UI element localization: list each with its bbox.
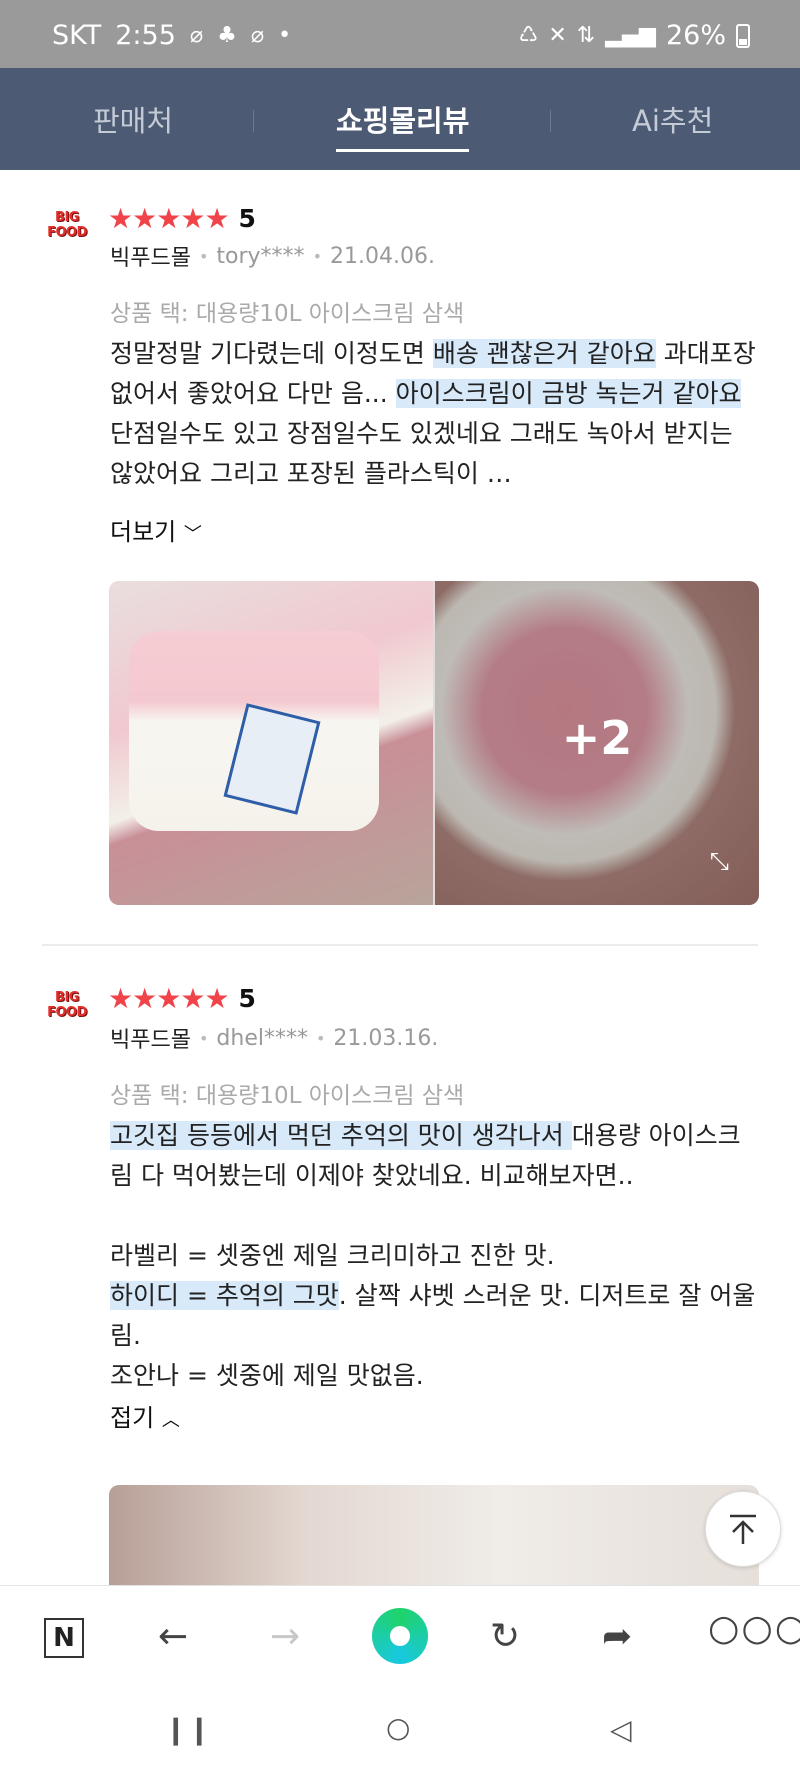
tab-seller[interactable]: 판매처 bbox=[93, 98, 173, 140]
clock: 2:55 bbox=[115, 20, 176, 51]
review-meta: 빅푸드몰 • dhel**** • 21.03.16. bbox=[110, 1022, 438, 1054]
home-icon[interactable]: ○ bbox=[386, 1711, 410, 1744]
review-paragraph: 조안나 = 셋중에 제일 맛없음. bbox=[110, 1356, 760, 1396]
tab-shopping-reviews[interactable]: 쇼핑몰리뷰 bbox=[336, 98, 470, 152]
tab-bar: 판매처 쇼핑몰리뷰 Ai추천 bbox=[0, 68, 800, 170]
tab-separator bbox=[550, 110, 551, 132]
star-rating: ★ ★ ★ ★ ★ 5 bbox=[108, 984, 256, 1013]
review-text-highlight: 배송 괜찮은거 같아요 bbox=[432, 339, 656, 368]
expand-label: 더보기 bbox=[110, 518, 177, 546]
review-photos[interactable]: +2 ⤡ bbox=[109, 581, 759, 905]
share-icon[interactable]: ➦ bbox=[602, 1616, 632, 1657]
pill-icon-2: ⌀ bbox=[250, 23, 265, 48]
chevron-up-icon: ︿ bbox=[161, 1410, 180, 1431]
review-paragraph: 하이디 = 추억의 그맛. 살짝 샤벳 스러운 맛. 디저트로 잘 어울림. bbox=[110, 1276, 760, 1356]
logo-text-line2: FOOD bbox=[47, 225, 87, 240]
pill-icon: ⌀ bbox=[189, 23, 204, 48]
star-icon: ★ bbox=[180, 981, 205, 1015]
rating-score: 5 bbox=[238, 984, 256, 1013]
star-icon: ★ bbox=[156, 981, 181, 1015]
mall-logo: BIG FOOD bbox=[44, 990, 90, 1028]
reviewer-id: tory**** bbox=[216, 243, 305, 269]
browser-toolbar: N ← → ↻ ➦ ○○○ bbox=[0, 1585, 800, 1686]
refresh-icon[interactable]: ↻ bbox=[490, 1616, 520, 1657]
green-dot-button[interactable] bbox=[372, 1608, 428, 1664]
notification-icon: ♣ bbox=[217, 23, 237, 48]
review-text: 라벨리 = 셋중엔 제일 크리미하고 진한 맛. bbox=[110, 1241, 555, 1270]
signal-icon: ▂▄▆ bbox=[605, 23, 656, 48]
review-divider bbox=[42, 944, 758, 946]
review-body: 고깃집 등등에서 먹던 추억의 맛이 생각나서 대용량 아이스크림 다 먹어봤는… bbox=[110, 1116, 760, 1396]
reviewer-id: dhel**** bbox=[216, 1025, 308, 1051]
review-text-highlight: 고깃집 등등에서 먹던 추억의 맛이 생각나서 bbox=[110, 1121, 572, 1150]
review-text: 정말정말 기다렸는데 이정도면 bbox=[110, 339, 433, 368]
review-meta: 빅푸드몰 • tory**** • 21.04.06. bbox=[110, 240, 435, 272]
dot-icon: • bbox=[278, 23, 292, 48]
star-icon: ★ bbox=[132, 981, 157, 1015]
5g-icon: ⇅ bbox=[576, 23, 596, 48]
star-rating: ★ ★ ★ ★ ★ 5 bbox=[108, 204, 256, 233]
star-icon: ★ bbox=[204, 981, 229, 1015]
more-photos-count: +2 bbox=[561, 711, 633, 765]
star-icon: ★ bbox=[204, 201, 229, 235]
logo-text-line1: BIG bbox=[55, 210, 79, 225]
separator-dot: • bbox=[315, 1028, 326, 1048]
expand-toggle[interactable]: 더보기 ﹀ bbox=[110, 512, 202, 547]
product-tag: 상품 택: 대용량10L 아이스크림 삼색 bbox=[110, 1083, 465, 1109]
star-icon: ★ bbox=[132, 201, 157, 235]
back-icon[interactable]: ← bbox=[158, 1616, 188, 1657]
review-photo-more[interactable]: +2 ⤡ bbox=[435, 581, 759, 905]
collapse-label: 접기 bbox=[110, 1404, 155, 1432]
separator-dot: • bbox=[198, 1028, 209, 1048]
back-nav-icon[interactable]: ◁ bbox=[610, 1713, 632, 1746]
review-date: 21.03.16. bbox=[333, 1025, 439, 1051]
forward-icon[interactable]: → bbox=[270, 1616, 300, 1657]
review-body: 정말정말 기다렸는데 이정도면 배송 괜찮은거 같아요 과대포장 없어서 좋았어… bbox=[110, 334, 760, 494]
rating-score: 5 bbox=[238, 204, 256, 233]
carrier: SKT bbox=[52, 20, 102, 51]
product-tag: 상품 택: 대용량10L 아이스크림 삼색 bbox=[110, 301, 465, 327]
separator-dot: • bbox=[312, 246, 322, 266]
tab-ai-recommend[interactable]: Ai추천 bbox=[632, 98, 713, 140]
more-icon[interactable]: ○○○ bbox=[708, 1608, 800, 1649]
review-text-highlight: 아이스크림이 금방 녹는거 같아요 bbox=[395, 379, 742, 408]
arrow-up-icon bbox=[730, 1514, 756, 1544]
scroll-to-top-button[interactable] bbox=[705, 1491, 781, 1567]
separator-dot: • bbox=[198, 246, 209, 266]
recent-apps-icon[interactable]: ❙❙ bbox=[164, 1713, 211, 1746]
review-photo[interactable] bbox=[109, 581, 433, 905]
collapse-toggle[interactable]: 접기 ︿ bbox=[110, 1398, 180, 1433]
review-paragraph: 라벨리 = 셋중엔 제일 크리미하고 진한 맛. bbox=[110, 1236, 760, 1276]
naver-home-icon[interactable]: N bbox=[44, 1618, 84, 1658]
mall-name[interactable]: 빅푸드몰 bbox=[110, 240, 191, 272]
star-icon: ★ bbox=[156, 201, 181, 235]
mall-logo: BIG FOOD bbox=[44, 210, 90, 248]
review-text-highlight: 하이디 = 추억의 그맛 bbox=[110, 1281, 339, 1310]
star-icon: ★ bbox=[108, 981, 133, 1015]
review-paragraph: 고깃집 등등에서 먹던 추억의 맛이 생각나서 대용량 아이스크림 다 먹어봤는… bbox=[110, 1116, 760, 1196]
mall-name[interactable]: 빅푸드몰 bbox=[110, 1022, 191, 1054]
mute-icon: ✕ bbox=[548, 23, 567, 48]
review-photo[interactable] bbox=[109, 1485, 759, 1585]
chevron-down-icon: ﹀ bbox=[183, 524, 202, 545]
recycle-icon: ♺ bbox=[518, 23, 539, 48]
tab-separator bbox=[253, 110, 254, 132]
status-bar: SKT 2:55 ⌀ ♣ ⌀ • ♺ ✕ ⇅ ▂▄▆ 26% bbox=[0, 0, 800, 68]
star-icon: ★ bbox=[108, 201, 133, 235]
review-text: 조안나 = 셋중에 제일 맛없음. bbox=[110, 1361, 424, 1390]
logo-text-line1: BIG bbox=[55, 990, 79, 1005]
review-date: 21.04.06. bbox=[330, 243, 435, 269]
system-navigation-bar: ❙❙ ○ ◁ bbox=[0, 1685, 800, 1777]
battery-percent: 26% bbox=[665, 20, 726, 51]
review-text: 단점일수도 있고 장점일수도 있겠네요 그래도 녹아서 받지는 않았어요 그리고… bbox=[110, 419, 733, 488]
star-icon: ★ bbox=[180, 201, 205, 235]
expand-icon[interactable]: ⤡ bbox=[710, 847, 729, 875]
logo-text-line2: FOOD bbox=[47, 1005, 87, 1020]
battery-icon bbox=[736, 23, 750, 48]
